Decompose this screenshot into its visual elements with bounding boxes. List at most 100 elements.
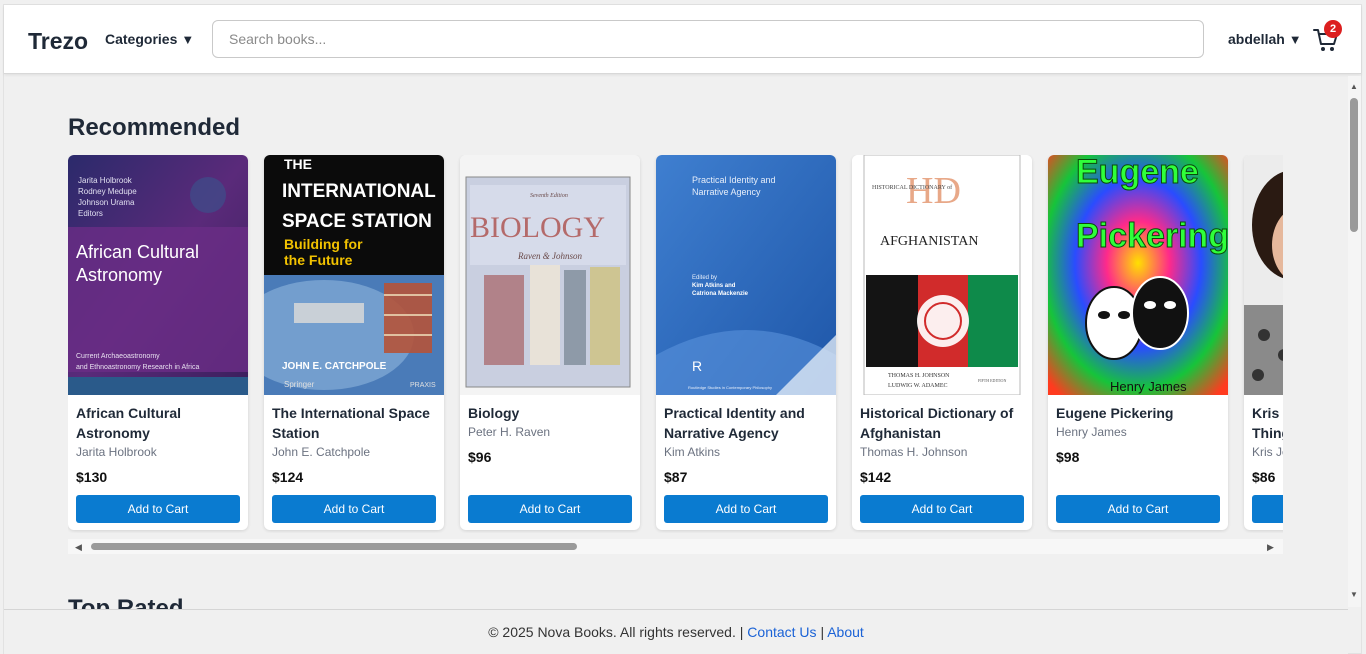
cover-text: Rodney Medupe xyxy=(78,187,137,196)
cover-text: the Future xyxy=(284,252,353,268)
contact-us-link[interactable]: Contact Us xyxy=(747,624,816,640)
cover-text: Springer xyxy=(284,380,315,389)
add-to-cart-button[interactable]: Add to Cart xyxy=(272,495,436,523)
cover-text: Current Archaeoastronomy xyxy=(76,353,160,360)
cover-text: PRAXIS xyxy=(410,382,436,389)
book-title[interactable]: Kris Jenner... And All Things Kardashian xyxy=(1252,403,1283,443)
site-logo[interactable]: Trezo xyxy=(28,28,88,55)
scroll-left-icon[interactable]: ◀ xyxy=(75,542,82,553)
user-name: abdellah xyxy=(1228,31,1285,47)
book-card[interactable]: Seventh Edition BIOLOGY Raven & Johnson … xyxy=(460,155,640,530)
book-cover[interactable]: Eugene Pickering Henry James xyxy=(1048,155,1228,395)
cover-text: Seventh Edition xyxy=(530,193,568,199)
book-author: Peter H. Raven xyxy=(468,425,551,439)
book-title[interactable]: Historical Dictionary of Afghanistan xyxy=(860,403,1026,443)
book-cover[interactable]: Seventh Edition BIOLOGY Raven & Johnson xyxy=(460,155,640,395)
cover-text: THOMAS H. JOHNSON xyxy=(888,373,950,379)
cover-text: Jarita Holbrook xyxy=(78,176,133,185)
carousel-scroll-thumb[interactable] xyxy=(91,543,577,550)
book-price: $86 xyxy=(1252,469,1276,485)
book-cover[interactable]: THE INTERNATIONAL SPACE STATION Building… xyxy=(264,155,444,395)
chevron-down-icon: ▼ xyxy=(1288,31,1302,47)
book-author: Thomas H. Johnson xyxy=(860,445,968,459)
carousel-track: Jarita Holbrook Rodney Medupe Johnson Ur… xyxy=(68,155,1283,533)
routledge-logo: R xyxy=(692,358,702,374)
navbar: Trezo Categories ▼ abdellah ▼ 2 xyxy=(4,5,1361,74)
book-title[interactable]: Practical Identity and Narrative Agency xyxy=(664,403,830,443)
section-title-recommended: Recommended xyxy=(68,114,241,141)
cover-text: Raven & Johnson xyxy=(517,251,582,261)
cover-text: Catriona Mackenzie xyxy=(692,291,749,297)
add-to-cart-button[interactable]: Add to Cart xyxy=(860,495,1024,523)
footer-separator: | xyxy=(820,624,825,640)
book-author: Kim Atkins xyxy=(664,445,721,459)
add-to-cart-button[interactable]: Add to Cart xyxy=(76,495,240,523)
cover-text: Editors xyxy=(78,209,103,218)
cover-text: African Cultural xyxy=(76,242,199,262)
cover-text: AFGHANISTAN xyxy=(880,234,978,249)
book-price: $96 xyxy=(468,449,492,465)
book-cover[interactable]: HD HISTORICAL DICTIONARY of AFGHANISTAN … xyxy=(852,155,1032,395)
add-to-cart-button[interactable]: Add to Cart xyxy=(1056,495,1220,523)
book-card[interactable]: Practical Identity and Narrative Agency … xyxy=(656,155,836,530)
cover-text: FIFTH EDITION xyxy=(978,378,1006,383)
cover-text: Johnson Urama xyxy=(78,198,135,207)
categories-menu[interactable]: Categories ▼ xyxy=(105,31,194,47)
book-cover[interactable]: Practical Identity and Narrative Agency … xyxy=(656,155,836,395)
book-price: $142 xyxy=(860,469,892,485)
book-author: John E. Catchpole xyxy=(272,445,371,459)
book-author: Henry James xyxy=(1056,425,1127,439)
book-cover[interactable]: Jarita Holbrook Rodney Medupe Johnson Ur… xyxy=(68,155,248,395)
add-to-cart-button[interactable]: Add to Cart xyxy=(1252,495,1283,523)
book-card[interactable]: THE INTERNATIONAL SPACE STATION Building… xyxy=(264,155,444,530)
scroll-down-icon[interactable]: ▼ xyxy=(1350,590,1358,599)
cover-text: THE xyxy=(284,156,312,172)
book-title[interactable]: Biology xyxy=(468,403,634,423)
cover-text: Practical Identity and xyxy=(692,175,776,185)
book-title[interactable]: The International Space Station xyxy=(272,403,438,443)
carousel-horizontal-scrollbar[interactable]: ◀ ▶ xyxy=(68,539,1283,554)
cover-text: SPACE STATION xyxy=(282,211,432,232)
book-title[interactable]: African Cultural Astronomy xyxy=(76,403,242,443)
cover-monogram: HD xyxy=(906,170,961,212)
cover-text: and Ethnoastronomy Research in Africa xyxy=(76,364,199,371)
cover-text: JOHN E. CATCHPOLE xyxy=(282,361,387,372)
book-price: $124 xyxy=(272,469,304,485)
about-link[interactable]: About xyxy=(827,624,864,640)
add-to-cart-button[interactable]: Add to Cart xyxy=(468,495,632,523)
cover-text: INTERNATIONAL xyxy=(282,181,436,202)
cover-text: Routledge Studies in Contemporary Philos… xyxy=(688,385,772,390)
scroll-up-icon[interactable]: ▲ xyxy=(1350,82,1358,91)
cover-text: HISTORICAL DICTIONARY of xyxy=(872,184,952,191)
footer-separator: | xyxy=(739,624,744,640)
book-card[interactable]: Jarita Holbrook Rodney Medupe Johnson Ur… xyxy=(68,155,248,530)
categories-label: Categories xyxy=(105,31,178,47)
book-price: $87 xyxy=(664,469,688,485)
user-menu[interactable]: abdellah ▼ xyxy=(1228,31,1302,47)
cover-text: LUDWIG W. ADAMEC xyxy=(888,383,948,389)
footer: © 2025 Nova Books. All rights reserved. … xyxy=(4,609,1348,654)
section-title-top-rated: Top Rated xyxy=(68,597,184,609)
cover-text: Building for xyxy=(284,236,363,252)
cover-text: BIOLOGY xyxy=(470,211,605,244)
cover-text: Eugene xyxy=(1076,155,1199,191)
book-cover[interactable] xyxy=(1244,155,1283,395)
cover-text: Edited by xyxy=(692,275,717,281)
cart-count-badge: 2 xyxy=(1324,20,1342,38)
book-price: $130 xyxy=(76,469,108,485)
cover-text: Kim Atkins and xyxy=(692,283,736,289)
footer-copyright: © 2025 Nova Books. All rights reserved. xyxy=(488,624,736,640)
page-vertical-scrollbar[interactable]: ▲ ▼ xyxy=(1348,76,1361,607)
search-input[interactable] xyxy=(212,20,1204,58)
page-scroll-thumb[interactable] xyxy=(1350,98,1358,232)
scroll-right-icon[interactable]: ▶ xyxy=(1267,542,1274,553)
cover-text: Pickering xyxy=(1076,217,1228,255)
book-card[interactable]: Eugene Pickering Henry James Eugene Pick… xyxy=(1048,155,1228,530)
book-author: Kris Jenner xyxy=(1252,445,1283,459)
cover-text: Astronomy xyxy=(76,265,162,285)
book-card[interactable]: Kris Jenner... And All Things Kardashian… xyxy=(1244,155,1283,530)
book-card[interactable]: HD HISTORICAL DICTIONARY of AFGHANISTAN … xyxy=(852,155,1032,530)
book-price: $98 xyxy=(1056,449,1080,465)
book-title[interactable]: Eugene Pickering xyxy=(1056,403,1222,423)
add-to-cart-button[interactable]: Add to Cart xyxy=(664,495,828,523)
